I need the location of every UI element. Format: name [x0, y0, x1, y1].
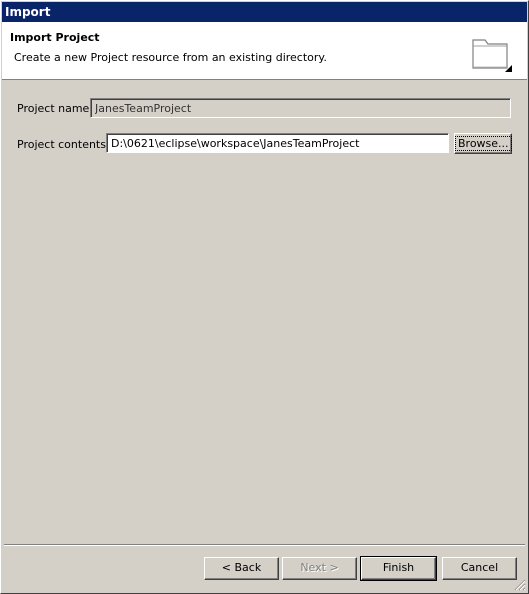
finish-button[interactable]: Finish	[360, 556, 437, 581]
resize-grip-icon[interactable]	[514, 579, 526, 591]
project-name-label: Project name:	[17, 102, 94, 115]
cancel-button-label: Cancel	[460, 561, 499, 574]
browse-button[interactable]: Browse...	[454, 133, 512, 154]
finish-button-label: Finish	[382, 561, 415, 574]
button-bar-separator	[4, 544, 525, 546]
wizard-banner: Import Project Create a new Project reso…	[2, 22, 527, 80]
import-dialog: Import Import Project Create a new Proje…	[0, 0, 529, 594]
project-contents-label: Project contents:	[17, 138, 110, 151]
wizard-description: Create a new Project resource from an ex…	[14, 51, 327, 64]
project-name-field[interactable]	[90, 98, 511, 118]
back-button-label: < Back	[221, 561, 262, 574]
folder-icon	[472, 39, 512, 72]
cancel-button[interactable]: Cancel	[442, 557, 517, 580]
back-button[interactable]: < Back	[204, 557, 279, 580]
browse-button-label: Browse...	[455, 136, 512, 151]
next-button-label: Next >	[300, 561, 339, 574]
wizard-title: Import Project	[10, 31, 100, 44]
next-button[interactable]: Next >	[282, 557, 357, 580]
project-contents-field[interactable]	[106, 133, 449, 153]
window-title: Import	[2, 2, 527, 22]
